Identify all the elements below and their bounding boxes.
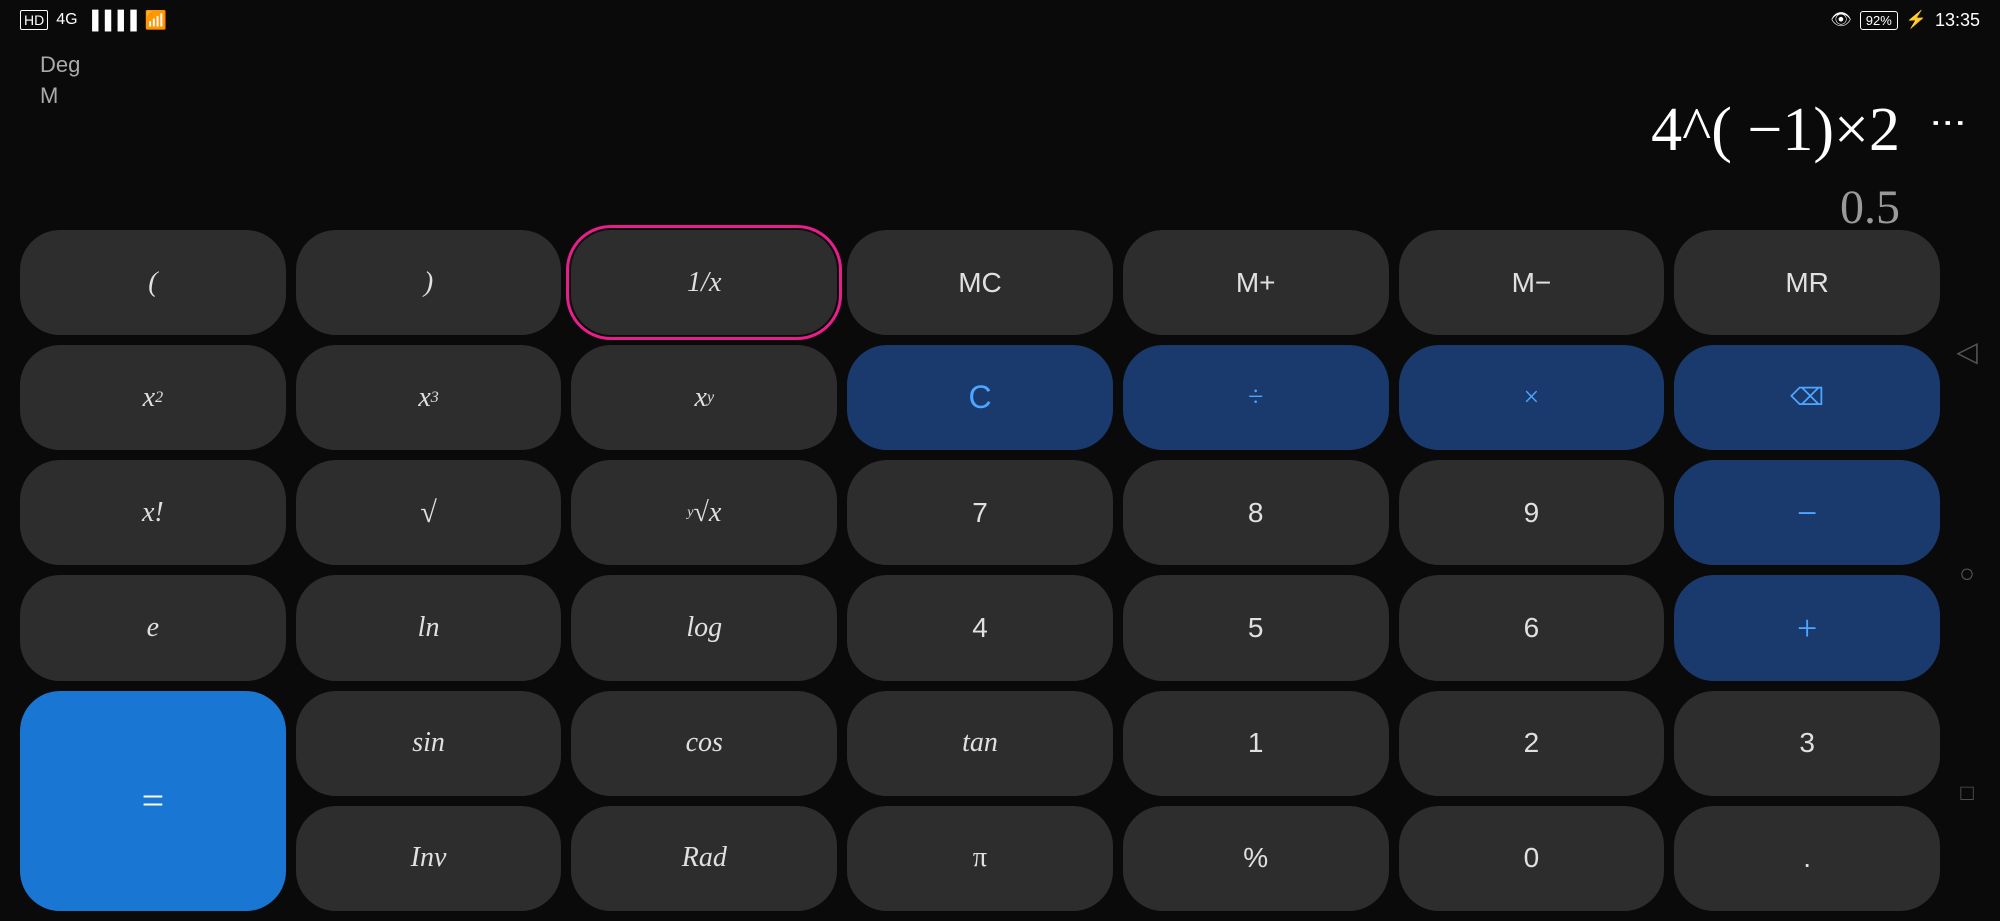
ln-button[interactable]: ln: [296, 575, 562, 680]
clear-button[interactable]: C: [847, 345, 1113, 450]
reciprocal-button[interactable]: 1/x: [571, 230, 837, 335]
rad-button[interactable]: Rad: [571, 806, 837, 911]
mr-button[interactable]: MR: [1674, 230, 1940, 335]
signal-bars-icon: ▐▐▐▐: [86, 10, 137, 31]
two-button[interactable]: 2: [1399, 691, 1665, 796]
inv-button[interactable]: Inv: [296, 806, 562, 911]
percent-button[interactable]: %: [1123, 806, 1389, 911]
divide-button[interactable]: ÷: [1123, 345, 1389, 450]
display-area: Deg M 4^( −1)×2 0.5 ⋮: [0, 40, 2000, 260]
zero-button[interactable]: 0: [1399, 806, 1665, 911]
mminus-button[interactable]: M−: [1399, 230, 1665, 335]
one-button[interactable]: 1: [1123, 691, 1389, 796]
wifi-icon: 📶: [145, 10, 167, 31]
cos-button[interactable]: cos: [571, 691, 837, 796]
x-cubed-button[interactable]: x3: [296, 345, 562, 450]
mode-label: Deg: [40, 50, 1940, 81]
recent-icon[interactable]: □: [1960, 780, 1973, 806]
eye-icon: 👁: [1830, 10, 1852, 30]
log-button[interactable]: log: [571, 575, 837, 680]
status-bar: HD 4G ▐▐▐▐ 📶 👁 92% ⚡ 13:35: [0, 0, 2000, 40]
three-button[interactable]: 3: [1674, 691, 1940, 796]
hd-icon: HD: [20, 10, 48, 30]
equals-button-main[interactable]: =: [20, 691, 286, 911]
battery-icon: 92%: [1860, 11, 1898, 30]
sqrt-button[interactable]: √: [296, 460, 562, 565]
minus-button[interactable]: −: [1674, 460, 1940, 565]
pi-button[interactable]: π: [847, 806, 1113, 911]
multiply-button[interactable]: ×: [1399, 345, 1665, 450]
seven-button[interactable]: 7: [847, 460, 1113, 565]
six-button[interactable]: 6: [1399, 575, 1665, 680]
home-icon[interactable]: ○: [1959, 558, 1975, 589]
menu-dots[interactable]: ⋮: [1928, 105, 1970, 133]
sin-button[interactable]: sin: [296, 691, 562, 796]
plus-button[interactable]: +: [1674, 575, 1940, 680]
signal-4g-icon: 4G: [56, 11, 77, 29]
eight-button[interactable]: 8: [1123, 460, 1389, 565]
factorial-button[interactable]: x!: [20, 460, 286, 565]
status-right: 👁 92% ⚡ 13:35: [1830, 10, 1980, 31]
result-display: 0.5: [1840, 180, 1900, 235]
mc-button[interactable]: MC: [847, 230, 1113, 335]
euler-button[interactable]: e: [20, 575, 286, 680]
charging-icon: ⚡: [1906, 10, 1927, 30]
status-left: HD 4G ▐▐▐▐ 📶: [20, 10, 167, 31]
nth-root-button[interactable]: y√x: [571, 460, 837, 565]
close-paren-button[interactable]: ): [296, 230, 562, 335]
x-squared-button[interactable]: x2: [20, 345, 286, 450]
expression-display: 4^( −1)×2: [1651, 95, 1900, 166]
backspace-button[interactable]: ⌫: [1674, 345, 1940, 450]
nav-right: ◁ ○ □: [1942, 220, 1992, 921]
back-icon[interactable]: ◁: [1956, 335, 1978, 368]
mplus-button[interactable]: M+: [1123, 230, 1389, 335]
tan-button[interactable]: tan: [847, 691, 1113, 796]
four-button[interactable]: 4: [847, 575, 1113, 680]
nine-button[interactable]: 9: [1399, 460, 1665, 565]
five-button[interactable]: 5: [1123, 575, 1389, 680]
decimal-button[interactable]: .: [1674, 806, 1940, 911]
open-paren-button[interactable]: (: [20, 230, 286, 335]
x-power-y-button[interactable]: xy: [571, 345, 837, 450]
time-display: 13:35: [1935, 10, 1980, 31]
calculator-buttons: ( ) 1/x MC M+ M− MR x2 x3 xy C ÷ × ⌫ x! …: [20, 230, 1940, 911]
